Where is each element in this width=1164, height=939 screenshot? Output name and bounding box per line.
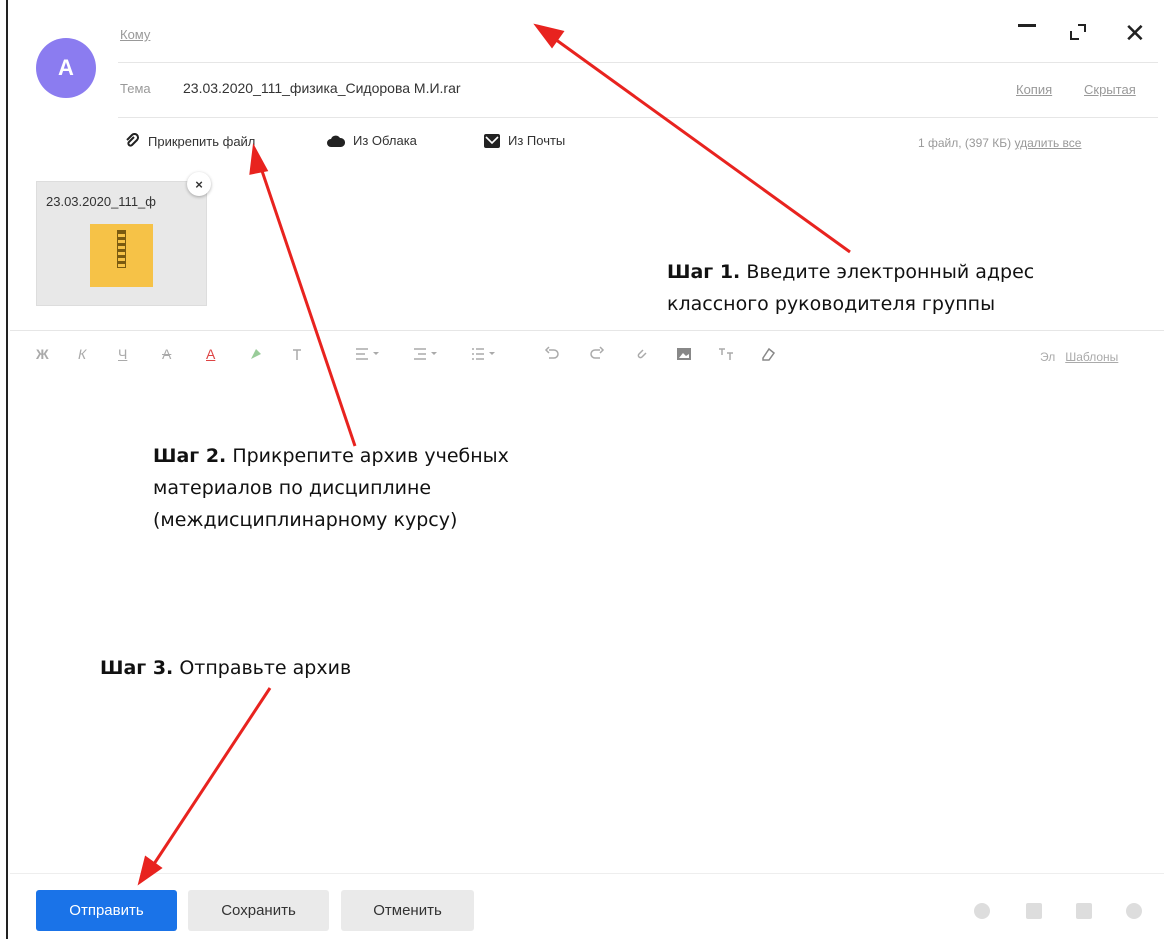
cc-link[interactable]: Копия [1016,82,1052,97]
font-icon[interactable] [1076,903,1092,919]
step2-arrow [257,161,357,447]
step3-note: Шаг 3. Отправьте архив [100,652,500,684]
cloud-icon [327,135,345,147]
step3-arrowhead [137,855,163,886]
subject-label: Тема [120,81,151,96]
cancel-button[interactable]: Отменить [341,890,474,931]
from-mail-button[interactable]: Из Почты [484,133,565,148]
mail-icon [484,133,500,148]
to-field-underline [118,62,1158,63]
step3-arrow [148,687,272,871]
attach-file-label: Прикрепить файл [148,133,256,149]
italic-button[interactable]: К [78,346,86,362]
subject-underline [118,117,1158,118]
avatar[interactable]: А [36,38,96,98]
step3-title: Шаг 3. [100,657,174,679]
left-border [6,0,8,939]
redo-icon[interactable] [589,346,605,362]
save-button[interactable]: Сохранить [188,890,329,931]
indent-icon[interactable] [414,346,438,362]
bold-button[interactable]: Ж [36,346,49,362]
close-icon[interactable]: ✕ [1124,18,1146,49]
delete-all-link[interactable]: удалить все [1014,136,1081,150]
step2-title: Шаг 2. [153,445,227,467]
send-button[interactable]: Отправить [36,890,177,931]
templates-area: Эл Шаблоны [1040,350,1118,364]
to-field-label[interactable]: Кому [120,27,150,42]
strikethrough-button[interactable]: А [162,346,171,362]
templates-link[interactable]: Шаблоны [1065,350,1118,364]
attach-file-button[interactable]: Прикрепить файл [124,133,255,149]
from-cloud-label: Из Облака [353,133,417,148]
align-icon[interactable] [356,346,380,362]
minimize-icon[interactable] [1018,24,1036,27]
font-size-icon[interactable] [291,346,307,362]
image-icon[interactable] [676,346,692,362]
archive-icon [90,224,153,287]
file-info: 1 файл, (397 КБ) удалить все [918,136,1081,150]
reminder-icon[interactable] [1126,903,1142,919]
bcc-link[interactable]: Скрытая [1084,82,1136,97]
list-icon[interactable] [472,346,496,362]
file-info-size: 1 файл, (397 КБ) [918,136,1012,150]
underline-button[interactable]: Ч [118,346,127,362]
link-icon[interactable] [634,346,650,362]
attachment-name: 23.03.2020_111_ф [46,194,156,209]
attachment-card[interactable]: 23.03.2020_111_ф × [36,172,211,306]
undo-icon[interactable] [544,346,560,362]
step1-arrowhead [533,23,565,49]
clear-format-icon[interactable] [760,346,776,362]
info-icon[interactable] [974,903,990,919]
paperclip-icon [126,133,140,147]
footer-divider [10,873,1164,874]
translate-icon[interactable] [718,346,734,362]
text-color-button[interactable]: А [206,346,215,362]
remove-attachment-button[interactable]: × [187,172,211,196]
templates-icon[interactable]: Эл [1040,350,1055,364]
expand-icon[interactable] [1068,22,1088,42]
highlight-icon[interactable] [248,346,264,362]
step1-title: Шаг 1. [667,261,741,283]
step1-arrow [547,32,851,254]
from-cloud-button[interactable]: Из Облака [327,133,417,148]
step3-text: Отправьте архив [173,657,352,679]
editor-divider [10,330,1164,331]
from-mail-label: Из Почты [508,133,566,148]
step2-arrowhead [249,143,269,175]
avatar-letter: А [58,55,74,80]
subject-input[interactable]: 23.03.2020_111_физика_Сидорова М.И.rar [183,80,461,96]
step2-note: Шаг 2. Прикрепите архив учебных материал… [153,440,623,536]
step1-note: Шаг 1. Введите электронный адрес классно… [667,256,1137,320]
schedule-icon[interactable] [1026,903,1042,919]
